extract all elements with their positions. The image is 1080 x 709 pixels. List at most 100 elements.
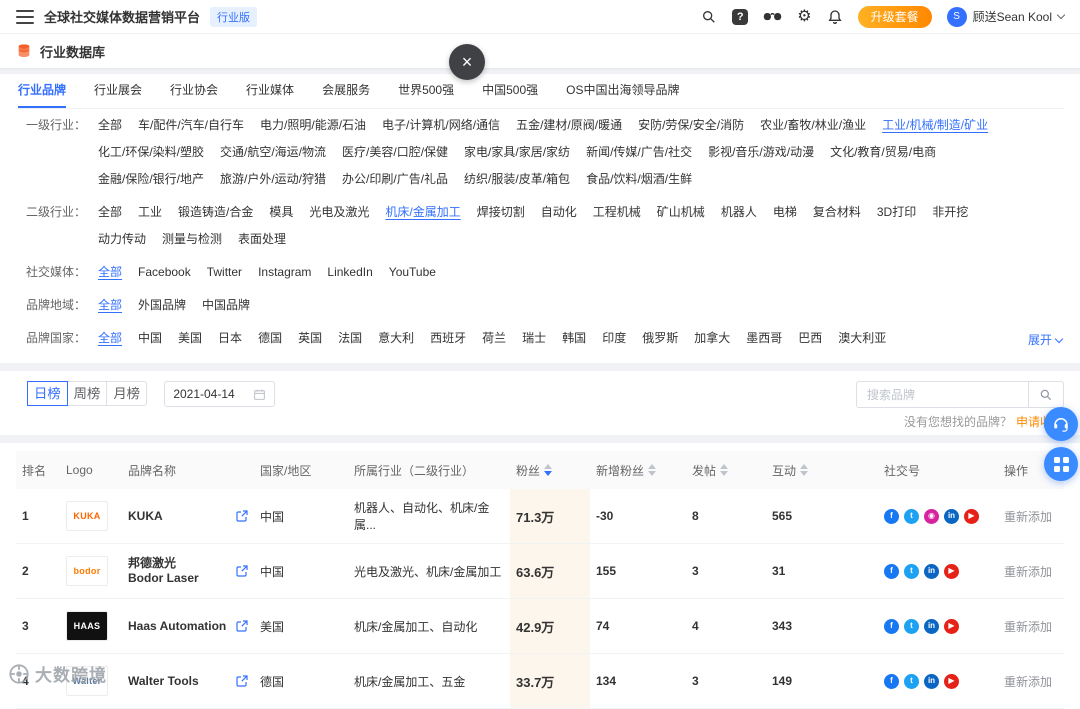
filter-option[interactable]: 墨西哥 [746, 325, 782, 352]
filter-option[interactable]: 锻造铸造/合金 [178, 199, 253, 226]
filter-option[interactable]: 日本 [218, 325, 242, 352]
youtube-icon[interactable]: ▶ [944, 563, 959, 579]
filter-option[interactable]: 西班牙 [430, 325, 466, 352]
search-button[interactable] [1028, 381, 1064, 408]
facebook-icon[interactable]: f [884, 508, 899, 524]
filter-option[interactable]: 金融/保险/银行/地产 [98, 166, 204, 193]
search-input[interactable] [856, 381, 1028, 408]
collapse-menu-icon[interactable] [16, 9, 34, 24]
customer-service-button[interactable] [1044, 407, 1078, 441]
filter-option[interactable]: 法国 [338, 325, 362, 352]
filter-option[interactable]: 电力/照明/能源/石油 [260, 112, 366, 139]
filter-option[interactable]: 英国 [298, 325, 322, 352]
filter-option[interactable]: 加拿大 [694, 325, 730, 352]
col-header-posts[interactable]: 发帖 [686, 451, 766, 489]
filter-option[interactable]: 车/配件/汽车/自行车 [138, 112, 244, 139]
apps-launcher-button[interactable] [1044, 447, 1078, 481]
filter-option[interactable]: Facebook [138, 259, 191, 286]
filter-option[interactable]: 光电及激光 [309, 199, 369, 226]
date-picker[interactable]: 2021-04-14 [164, 381, 275, 407]
filter-option[interactable]: 巴西 [798, 325, 822, 352]
filter-option[interactable]: Twitter [207, 259, 242, 286]
filter-option[interactable]: 化工/环保/染料/塑胶 [98, 139, 204, 166]
filter-option[interactable]: 测量与检测 [162, 226, 222, 253]
filter-option[interactable]: 意大利 [378, 325, 414, 352]
col-header-fans[interactable]: 粉丝 [510, 451, 590, 489]
nav-tab[interactable]: 行业品牌 [18, 74, 67, 108]
youtube-icon[interactable]: ▶ [964, 508, 979, 524]
filter-option[interactable]: 动力传动 [98, 226, 146, 253]
close-icon[interactable]: × [449, 44, 485, 80]
filter-option[interactable]: 中国品牌 [202, 292, 250, 319]
filter-option[interactable]: 俄罗斯 [642, 325, 678, 352]
linkedin-icon[interactable]: in [924, 563, 939, 579]
expand-link[interactable]: 展开 [1028, 327, 1062, 354]
filter-option[interactable]: 安防/劳保/安全/消防 [638, 112, 744, 139]
filter-option[interactable]: 矿山机械 [657, 199, 705, 226]
instagram-icon[interactable]: ◉ [924, 508, 939, 524]
nav-tab[interactable]: 行业展会 [94, 74, 142, 108]
nav-tab[interactable]: OS中国出海领导品牌 [566, 74, 679, 108]
filter-option[interactable]: 模具 [269, 199, 293, 226]
upgrade-plan-button[interactable]: 升级套餐 [857, 5, 932, 28]
twitter-icon[interactable]: t [904, 673, 919, 689]
search-icon[interactable] [701, 9, 717, 25]
re-add-link[interactable]: 重新添加 [1004, 618, 1052, 635]
filter-option[interactable]: 交通/航空/海运/物流 [220, 139, 326, 166]
filter-option[interactable]: 电子/计算机/网络/通信 [382, 112, 500, 139]
filter-option[interactable]: 全部 [98, 199, 122, 226]
filter-option[interactable]: 自动化 [541, 199, 577, 226]
filter-option[interactable]: 工业/机械/制造/矿业 [882, 112, 988, 139]
filter-option[interactable]: YouTube [389, 259, 436, 286]
twitter-icon[interactable]: t [904, 508, 919, 524]
filter-option[interactable]: 瑞士 [522, 325, 546, 352]
filter-option[interactable]: 旅游/户外/运动/狩猎 [220, 166, 326, 193]
filter-option[interactable]: 全部 [98, 325, 122, 352]
filter-option[interactable]: 澳大利亚 [838, 325, 886, 352]
facebook-icon[interactable]: f [884, 673, 899, 689]
filter-option[interactable]: 印度 [602, 325, 626, 352]
filter-option[interactable]: 表面处理 [238, 226, 286, 253]
filter-option[interactable]: 美国 [178, 325, 202, 352]
nav-tab[interactable]: 行业媒体 [246, 74, 294, 108]
youtube-icon[interactable]: ▶ [944, 618, 959, 634]
filter-option[interactable]: 机床/金属加工 [385, 199, 460, 226]
filter-option[interactable]: 家电/家具/家居/家纺 [464, 139, 570, 166]
filter-option[interactable]: 韩国 [562, 325, 586, 352]
filter-option[interactable]: 全部 [98, 112, 122, 139]
filter-option[interactable]: 新闻/传媒/广告/社交 [586, 139, 692, 166]
filter-option[interactable]: LinkedIn [327, 259, 372, 286]
filter-option[interactable]: 外国品牌 [138, 292, 186, 319]
filter-option[interactable]: 3D打印 [877, 199, 916, 226]
filter-option[interactable]: 医疗/美容/口腔/保健 [342, 139, 448, 166]
user-menu[interactable]: S 顾送Sean Kool [946, 6, 1066, 27]
filter-option[interactable]: 工程机械 [593, 199, 641, 226]
facebook-icon[interactable]: f [884, 563, 899, 579]
col-header-interactions[interactable]: 互动 [766, 451, 878, 489]
filter-option[interactable]: 焊接切割 [477, 199, 525, 226]
filter-option[interactable]: 荷兰 [482, 325, 506, 352]
filter-option[interactable]: 中国 [138, 325, 162, 352]
nav-tab[interactable]: 行业协会 [170, 74, 218, 108]
external-link-icon[interactable] [236, 510, 248, 522]
filter-option[interactable]: 全部 [98, 259, 122, 286]
filter-option[interactable]: 办公/印刷/广告/礼品 [342, 166, 448, 193]
notifications-bell-icon[interactable] [827, 9, 843, 25]
filter-option[interactable]: 纺织/服装/皮革/箱包 [464, 166, 570, 193]
re-add-link[interactable]: 重新添加 [1004, 673, 1052, 690]
filter-option[interactable]: 非开挖 [932, 199, 968, 226]
re-add-link[interactable]: 重新添加 [1004, 563, 1052, 580]
nav-tab[interactable]: 会展服务 [322, 74, 370, 108]
help-icon[interactable]: ? [732, 8, 749, 25]
filter-option[interactable]: 复合材料 [813, 199, 861, 226]
filter-option[interactable]: 机器人 [721, 199, 757, 226]
filter-option[interactable]: Instagram [258, 259, 311, 286]
glasses-icon[interactable] [763, 11, 782, 23]
filter-option[interactable]: 文化/教育/贸易/电商 [830, 139, 936, 166]
filter-option[interactable]: 食品/饮料/烟酒/生鲜 [586, 166, 692, 193]
filter-option[interactable]: 农业/畜牧/林业/渔业 [760, 112, 866, 139]
col-header-new-fans[interactable]: 新增粉丝 [590, 451, 686, 489]
youtube-icon[interactable]: ▶ [944, 673, 959, 689]
rank-period-button[interactable]: 日榜 [27, 381, 68, 406]
linkedin-icon[interactable]: in [944, 508, 959, 524]
